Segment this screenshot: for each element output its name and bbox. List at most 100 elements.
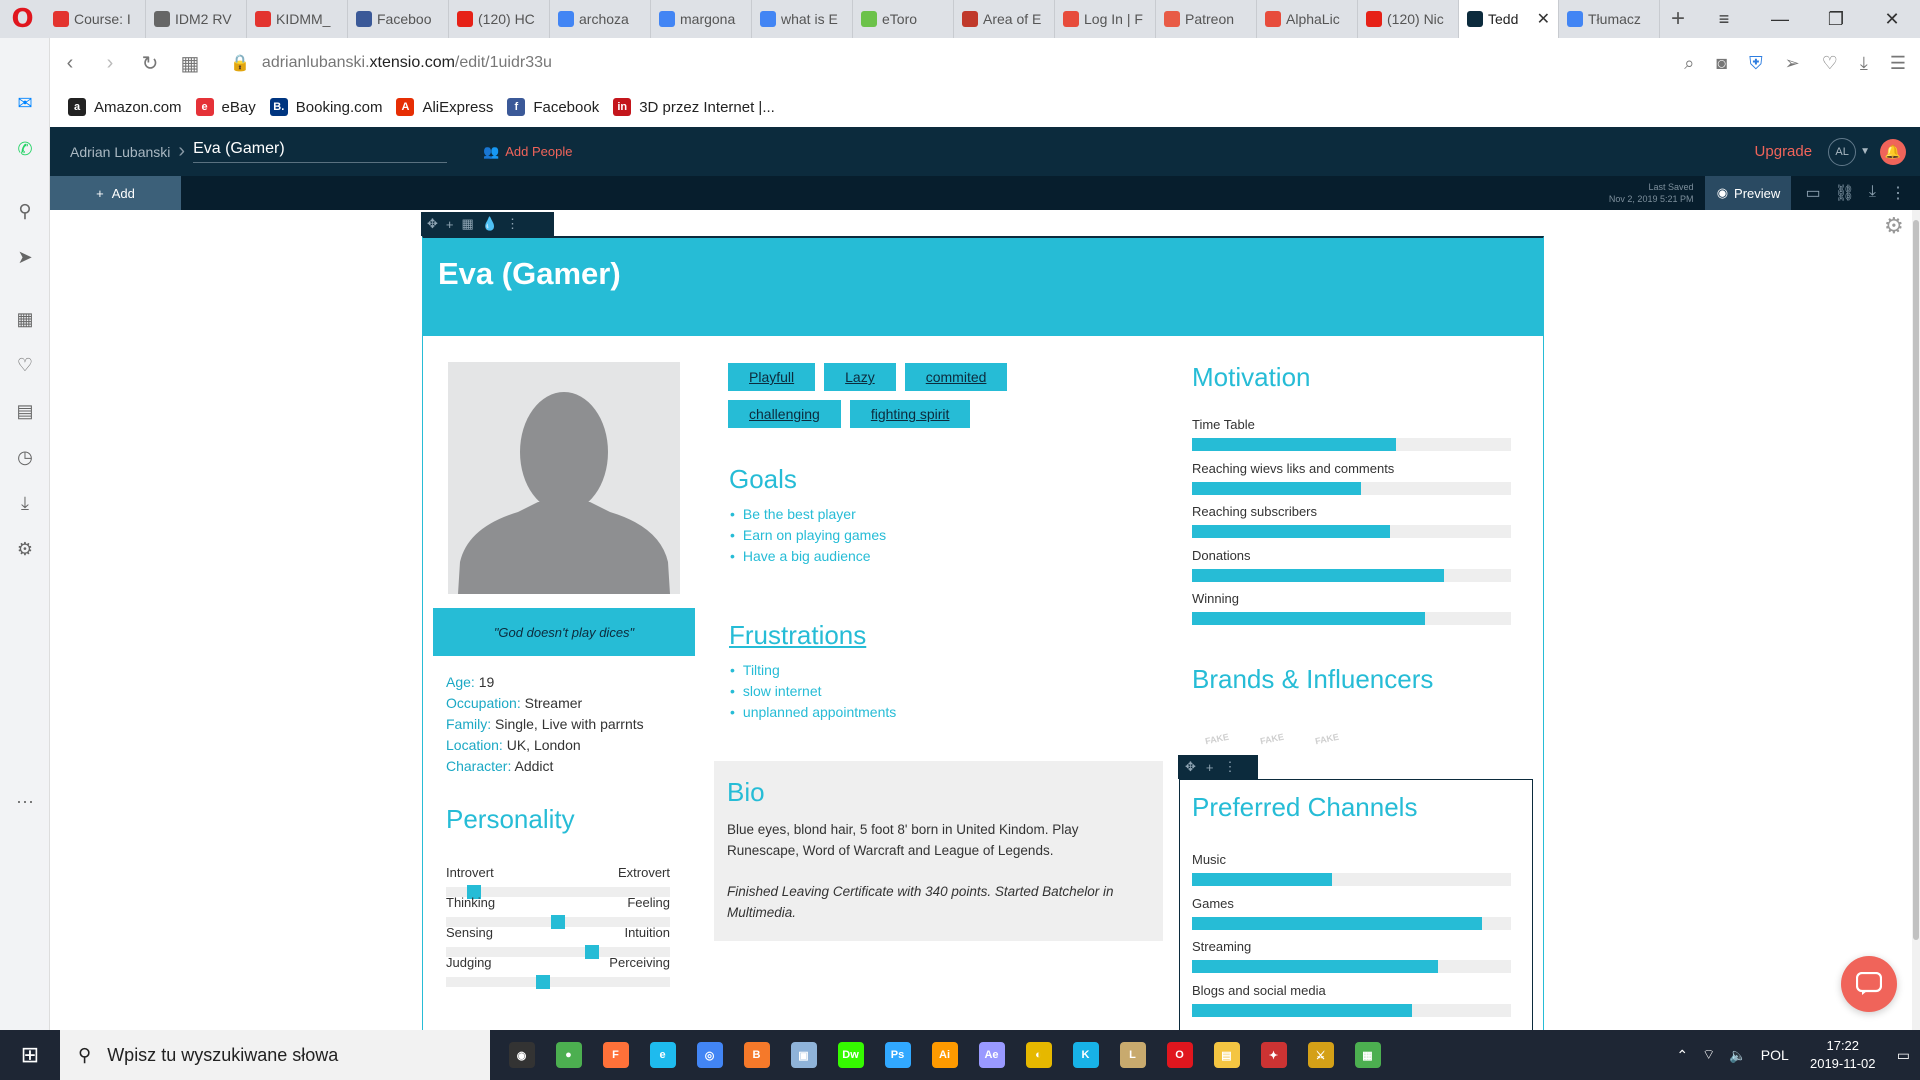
add-icon[interactable]: +: [1206, 760, 1214, 775]
history-icon[interactable]: ◷: [12, 444, 38, 470]
goal-item[interactable]: Have a big audience: [730, 546, 886, 567]
link-icon[interactable]: ⛓: [1835, 183, 1855, 203]
demographic-row[interactable]: Character: Addict: [446, 756, 644, 777]
demographic-row[interactable]: Location: UK, London: [446, 735, 644, 756]
trait-tag[interactable]: fighting spirit: [849, 400, 971, 428]
heart-icon[interactable]: ♡: [12, 352, 38, 378]
move-icon[interactable]: ✥: [427, 216, 438, 232]
notification-bell-icon[interactable]: 🔔: [1880, 138, 1906, 165]
whatsapp-icon[interactable]: ✆: [12, 136, 38, 162]
channel-bar[interactable]: Blogs and social media: [1192, 983, 1511, 1017]
search-page-icon[interactable]: ⌕: [1684, 53, 1694, 74]
taskbar-app-illustrator[interactable]: Ai: [921, 1030, 968, 1080]
volume-icon[interactable]: 🔈: [1729, 1047, 1746, 1064]
goal-item[interactable]: Be the best player: [730, 504, 886, 525]
language-indicator[interactable]: POL: [1761, 1047, 1789, 1063]
brand-logo[interactable]: FAKE: [1247, 718, 1297, 760]
motivation-bar[interactable]: Reaching subscribers: [1192, 504, 1511, 538]
bookmark-item[interactable]: B. Booking.com: [269, 98, 382, 116]
trait-tag[interactable]: commited: [904, 363, 1008, 391]
more-icon[interactable]: ···: [12, 788, 38, 814]
close-tab-icon[interactable]: ✕: [1537, 9, 1550, 29]
settings-icon[interactable]: ⚙: [12, 536, 38, 562]
browser-tab[interactable]: Area of E: [954, 0, 1055, 38]
taskbar-app-app-3[interactable]: ✦: [1250, 1030, 1297, 1080]
forward-icon[interactable]: ›: [90, 52, 130, 75]
browser-tab[interactable]: (120) HC: [449, 0, 550, 38]
windows-start-icon[interactable]: ⊞: [0, 1030, 60, 1080]
motivation-bar[interactable]: Donations: [1192, 548, 1511, 582]
new-tab-button[interactable]: +: [1660, 5, 1696, 33]
motivation-bar[interactable]: Reaching wievs liks and comments: [1192, 461, 1511, 495]
messenger-icon[interactable]: ✉: [12, 90, 38, 116]
color-drop-icon[interactable]: 💧: [482, 216, 498, 232]
brand-logo[interactable]: FAKE: [1192, 718, 1242, 760]
browser-tab[interactable]: margona: [651, 0, 752, 38]
news-icon[interactable]: ▤: [12, 398, 38, 424]
more-vertical-icon[interactable]: ⋮: [506, 216, 519, 232]
add-people-button[interactable]: 👥 Add People: [483, 144, 572, 160]
bookmark-item[interactable]: in 3D przez Internet |...: [613, 98, 775, 116]
personality-slider[interactable]: Sensing Intuition: [446, 925, 670, 959]
bio-paragraph[interactable]: Blue eyes, blond hair, 5 foot 8' born in…: [727, 819, 1147, 861]
channel-bar[interactable]: Streaming: [1192, 939, 1511, 973]
taskbar-app-dreamweaver[interactable]: Dw: [827, 1030, 874, 1080]
present-icon[interactable]: ▭: [1805, 183, 1820, 203]
trait-tag[interactable]: challenging: [728, 400, 841, 428]
add-block-button[interactable]: + Add: [50, 176, 181, 210]
grid-icon[interactable]: ▦: [462, 216, 474, 232]
personality-slider[interactable]: Thinking Feeling: [446, 895, 670, 929]
canvas-settings-icon[interactable]: ⚙: [1884, 213, 1904, 239]
minimize-button[interactable]: —: [1752, 9, 1808, 30]
personality-slider[interactable]: Introvert Extrovert: [446, 865, 670, 899]
easy-setup-icon[interactable]: ☰: [1890, 53, 1906, 74]
taskbar-app-obs[interactable]: ◉: [498, 1030, 545, 1080]
taskbar-app-app-5[interactable]: ▦: [1344, 1030, 1391, 1080]
persona-quote[interactable]: "God doesn't play dices": [433, 608, 695, 656]
chevron-down-icon[interactable]: ▼: [1860, 146, 1870, 157]
demographic-row[interactable]: Occupation: Streamer: [446, 693, 644, 714]
browser-tab[interactable]: Tłumacz: [1559, 0, 1660, 38]
document-title-input[interactable]: Eva (Gamer): [193, 140, 448, 163]
tabs-grid-icon[interactable]: ▦: [170, 51, 210, 76]
persona-name[interactable]: Eva (Gamer): [438, 256, 621, 292]
tray-expand-icon[interactable]: ⌃: [1676, 1047, 1688, 1064]
download-icon[interactable]: ⤓: [1860, 53, 1868, 74]
preview-button[interactable]: ◉ Preview: [1705, 176, 1792, 210]
taskbar-app-photoshop[interactable]: Ps: [874, 1030, 921, 1080]
send-icon[interactable]: ➤: [12, 244, 38, 270]
bookmark-item[interactable]: f Facebook: [507, 98, 599, 116]
bio-title[interactable]: Bio: [727, 777, 765, 808]
goals-title[interactable]: Goals: [729, 464, 797, 495]
scrollbar-thumb[interactable]: [1913, 220, 1919, 940]
taskbar-app-kodi[interactable]: K: [1062, 1030, 1109, 1080]
browser-tab[interactable]: (120) Nic: [1358, 0, 1459, 38]
restore-button[interactable]: ❐: [1808, 9, 1864, 30]
downloads-icon[interactable]: ⤓: [12, 490, 38, 516]
motivation-title[interactable]: Motivation: [1192, 362, 1311, 393]
browser-tab[interactable]: archoza: [550, 0, 651, 38]
goal-item[interactable]: Earn on playing games: [730, 525, 886, 546]
taskbar-app-cube[interactable]: ▣: [780, 1030, 827, 1080]
browser-tab[interactable]: Patreon: [1156, 0, 1257, 38]
trait-tag[interactable]: Playfull: [728, 363, 816, 391]
user-avatar[interactable]: AL: [1828, 137, 1857, 166]
close-window-button[interactable]: ✕: [1864, 9, 1920, 30]
tab-menu-icon[interactable]: ≡: [1696, 9, 1752, 30]
taskbar-app-after-effects[interactable]: Ae: [968, 1030, 1015, 1080]
motivation-bar[interactable]: Winning: [1192, 591, 1511, 625]
brand-logo[interactable]: FAKE: [1302, 718, 1352, 760]
personality-slider[interactable]: Judging Perceiving: [446, 955, 670, 989]
browser-tab[interactable]: KIDMM_: [247, 0, 348, 38]
taskbar-app-blender[interactable]: B: [733, 1030, 780, 1080]
frustrations-title[interactable]: Frustrations: [729, 620, 866, 651]
demographic-row[interactable]: Family: Single, Live with parrnts: [446, 714, 644, 735]
taskbar-app-chrome[interactable]: ◎: [686, 1030, 733, 1080]
search-icon[interactable]: ⚲: [12, 198, 38, 224]
browser-tab[interactable]: Log In | F: [1055, 0, 1156, 38]
taskbar-search[interactable]: ⚲ Wpisz tu wyszukiwane słowa: [60, 1030, 490, 1080]
channel-bar[interactable]: Games: [1192, 896, 1511, 930]
bookmark-item[interactable]: a Amazon.com: [68, 98, 182, 116]
page-scrollbar[interactable]: [1912, 210, 1920, 1030]
browser-tab[interactable]: Tedd ✕: [1459, 0, 1559, 38]
